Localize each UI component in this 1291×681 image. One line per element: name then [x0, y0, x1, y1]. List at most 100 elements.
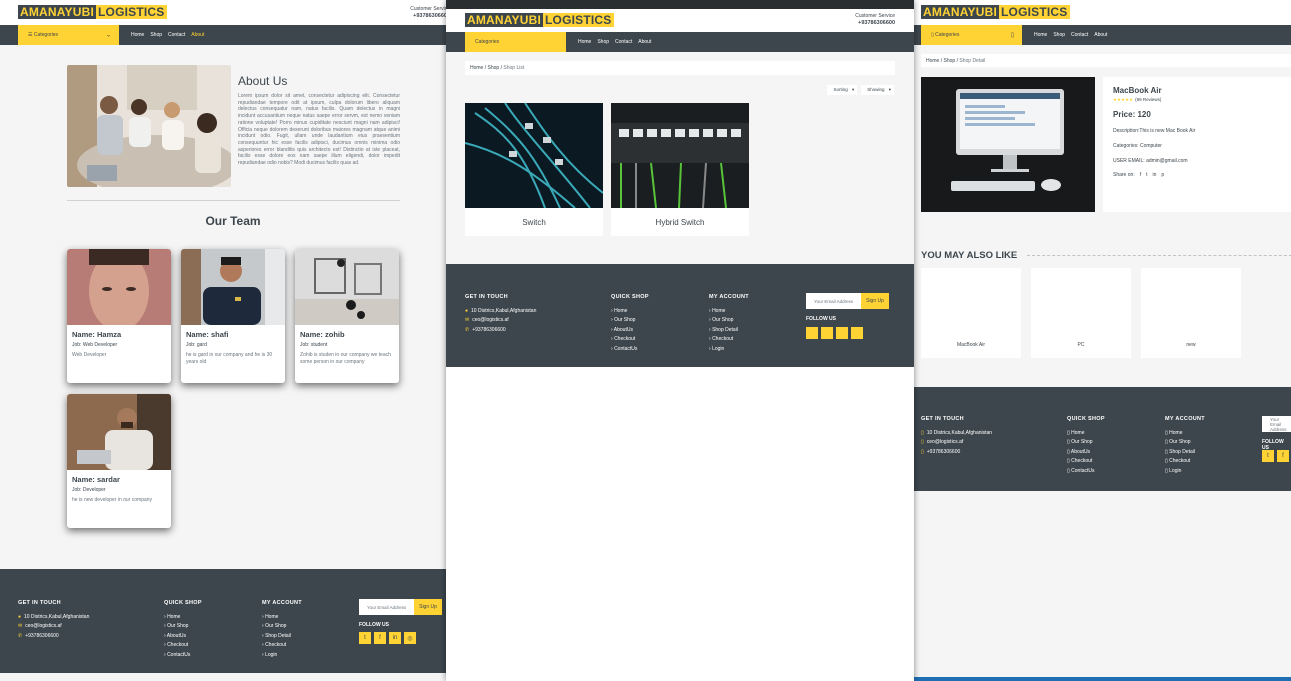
nav-about[interactable]: About [191, 32, 204, 38]
nav-shop[interactable]: Shop [1053, 32, 1065, 38]
facebook-icon[interactable]: f [1140, 172, 1141, 178]
categories-button[interactable]: ▯ Categories ▯ [921, 25, 1022, 45]
footer-get-in-touch: GET IN TOUCH ● 10 Districs,Kabul,Afghanis… [18, 599, 89, 641]
footer-link[interactable]: › Our Shop [611, 316, 649, 326]
nav-home[interactable]: Home [1034, 32, 1047, 38]
nav-shop[interactable]: Shop [150, 32, 162, 38]
member-name: Name: zohib [300, 330, 345, 339]
footer-email[interactable]: ceo@logistics.af [25, 623, 61, 629]
related-product-name[interactable]: PC [1031, 342, 1131, 348]
breadcrumb-shop[interactable]: Shop [488, 65, 500, 71]
showing-dropdown[interactable]: Showing ▾ [861, 85, 894, 95]
twitter-icon[interactable]: t [359, 632, 371, 644]
product-card-switch[interactable]: Switch [465, 103, 603, 236]
related-product-card[interactable]: new [1141, 268, 1241, 358]
footer-link[interactable]: › ContactUs [164, 651, 202, 661]
footer-link[interactable]: › Checkout [262, 641, 302, 651]
breadcrumb-home[interactable]: Home [926, 58, 939, 64]
phone-icon: ✆ [465, 326, 470, 333]
envelope-icon: ▯ [921, 439, 924, 445]
product-name[interactable]: Switch [465, 208, 603, 236]
footer-link[interactable]: ▯ Checkout [1067, 457, 1105, 467]
footer-email[interactable]: ceo@logistics.af [472, 317, 508, 323]
footer-link[interactable]: › Home [611, 307, 649, 317]
footer-link[interactable]: › Our Shop [709, 316, 749, 326]
facebook-icon[interactable]: f [374, 632, 386, 644]
nav-about[interactable]: About [1094, 32, 1107, 38]
product-card-hybrid-switch[interactable]: Hybrid Switch [611, 103, 749, 236]
footer-link[interactable]: ▯ Shop Detail [1165, 448, 1205, 458]
footer-link[interactable]: ▯ ContactUs [1067, 467, 1105, 477]
facebook-icon[interactable] [821, 327, 833, 339]
twitter-icon[interactable]: t [1262, 450, 1274, 462]
related-product-card[interactable]: MacBook Air [921, 268, 1021, 358]
twitter-icon[interactable] [806, 327, 818, 339]
brand-logo[interactable]: AMANAYUBI LOGISTICS [921, 5, 1070, 19]
footer-link[interactable]: ▯ Home [1067, 429, 1105, 439]
nav-links: Home Shop Contact About [1034, 25, 1107, 45]
footer-link[interactable]: › AboutUs [164, 632, 202, 642]
footer-link[interactable]: › Home [709, 307, 749, 317]
pinterest-icon[interactable]: p [1161, 172, 1164, 178]
footer-link[interactable]: ▯ Login [1165, 467, 1205, 477]
footer-link[interactable]: › Login [709, 345, 749, 355]
footer-link[interactable]: › Our Shop [164, 622, 202, 632]
brand-logo[interactable]: AMANAYUBI LOGISTICS [18, 5, 167, 19]
footer-link[interactable]: › Checkout [164, 641, 202, 651]
footer-email[interactable]: ceo@logistics.af [927, 439, 963, 445]
nav-contact[interactable]: Contact [168, 32, 185, 38]
footer-link[interactable]: › Home [164, 613, 202, 623]
linkedin-icon[interactable] [836, 327, 848, 339]
nav-about[interactable]: About [638, 39, 651, 45]
newsletter-email-input[interactable]: Your Email Address [1262, 416, 1291, 432]
instagram-icon[interactable]: ◎ [404, 632, 416, 644]
related-product-card[interactable]: PC [1031, 268, 1131, 358]
footer-link[interactable]: › Shop Detail [262, 632, 302, 642]
footer-link[interactable]: › Login [262, 651, 302, 661]
footer-link[interactable]: › ContactUs [611, 345, 649, 355]
brand-logo[interactable]: AMANAYUBI LOGISTICS [465, 13, 614, 27]
chevron-down-icon: ▯ [1010, 32, 1014, 39]
categories-button[interactable]: Categories [465, 32, 566, 52]
footer-link[interactable]: › Shop Detail [709, 326, 749, 336]
footer-address: 10 Districs,Kabul,Afghanistan [24, 613, 90, 620]
related-product-name[interactable]: new [1141, 342, 1241, 348]
linkedin-icon[interactable]: in [1152, 172, 1156, 178]
footer-get-in-touch: GET IN TOUCH ▯ 10 Districs,Kabul,Afghanis… [921, 415, 992, 457]
related-product-name[interactable]: MacBook Air [921, 342, 1021, 348]
nav-contact[interactable]: Contact [1071, 32, 1088, 38]
social-links: t f [1262, 450, 1289, 462]
twitter-icon[interactable]: t [1146, 172, 1147, 178]
footer-link[interactable]: ▯ Our Shop [1165, 438, 1205, 448]
breadcrumb-shop[interactable]: Shop [944, 58, 956, 64]
nav-home[interactable]: Home [578, 39, 591, 45]
product-detail-image [921, 77, 1095, 212]
categories-button[interactable]: ☰ Categories ⌄ [18, 25, 119, 45]
signup-button[interactable]: Sign Up [861, 293, 889, 309]
signup-button[interactable]: Sign Up [414, 599, 442, 615]
footer-link[interactable]: ▯ Checkout [1165, 457, 1205, 467]
breadcrumb-home[interactable]: Home [470, 65, 483, 71]
instagram-icon[interactable] [851, 327, 863, 339]
footer-link[interactable]: ▯ AboutUs [1067, 448, 1105, 458]
footer-link[interactable]: › Checkout [709, 335, 749, 345]
footer-quick-shop: QUICK SHOP › Home › Our Shop › AboutUs ›… [611, 293, 649, 354]
nav-home[interactable]: Home [131, 32, 144, 38]
footer-link[interactable]: › AboutUs [611, 326, 649, 336]
navbar: Categories Home Shop Contact About [446, 32, 914, 52]
list-controls: Sorting ▾ Showing ▾ [827, 85, 894, 95]
linkedin-icon[interactable]: in [389, 632, 401, 644]
product-name[interactable]: Hybrid Switch [611, 208, 749, 236]
nav-contact[interactable]: Contact [615, 39, 632, 45]
sorting-dropdown[interactable]: Sorting ▾ [827, 85, 858, 95]
footer-link[interactable]: › Home [262, 613, 302, 623]
nav-shop[interactable]: Shop [597, 39, 609, 45]
newsletter-email-input[interactable]: Your Email Address [359, 599, 415, 615]
newsletter-email-input[interactable]: Your Email Address [806, 293, 862, 309]
footer-link[interactable]: › Checkout [611, 335, 649, 345]
footer-link[interactable]: ▯ Home [1165, 429, 1205, 439]
facebook-icon[interactable]: f [1277, 450, 1289, 462]
footer-link[interactable]: ▯ Our Shop [1067, 438, 1105, 448]
footer-link[interactable]: › Our Shop [262, 622, 302, 632]
customer-service-label: Customer Service [855, 13, 895, 19]
